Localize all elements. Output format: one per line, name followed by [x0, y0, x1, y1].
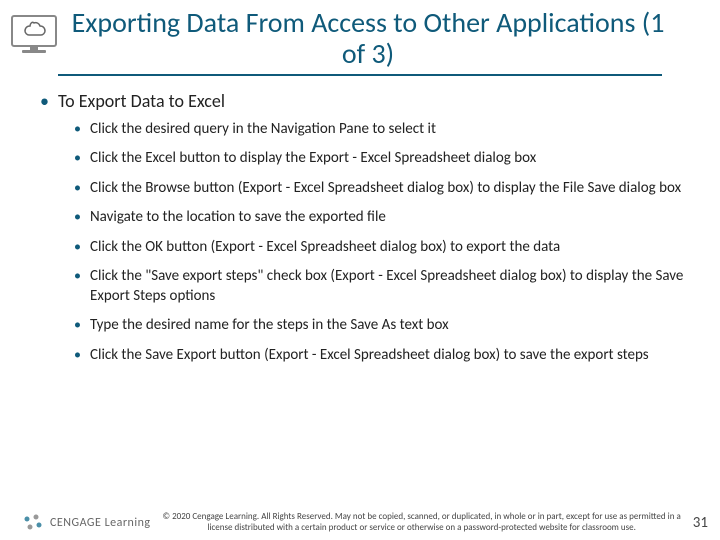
slide-title: Exporting Data From Access to Other Appl… [66, 8, 670, 70]
cengage-logo: CENGAGE Learning [22, 512, 151, 534]
monitor-cloud-icon [10, 14, 58, 56]
step-item: Click the OK button (Export - Excel Spre… [74, 238, 690, 258]
cengage-logo-icon [22, 512, 44, 534]
step-item: Click the "Save export steps" check box … [74, 267, 690, 306]
copyright-text: © 2020 Cengage Learning. All Rights Rese… [151, 512, 693, 534]
slide-footer: CENGAGE Learning © 2020 Cengage Learning… [0, 512, 720, 534]
step-item: Type the desired name for the steps in t… [74, 316, 690, 336]
slide-content: To Export Data to Excel Click the desire… [0, 76, 720, 366]
subheading: To Export Data to Excel Click the desire… [40, 90, 690, 366]
logo-text: CENGAGE Learning [50, 516, 151, 530]
step-item: Navigate to the location to save the exp… [74, 208, 690, 228]
slide-header: Exporting Data From Access to Other Appl… [0, 0, 720, 70]
step-item: Click the Save Export button (Export - E… [74, 346, 690, 366]
subheading-text: To Export Data to Excel [58, 90, 225, 112]
step-item: Click the Excel button to display the Ex… [74, 149, 690, 169]
step-item: Click the Browse button (Export - Excel … [74, 179, 690, 199]
step-item: Click the desired query in the Navigatio… [74, 120, 690, 140]
page-number: 31 [693, 514, 708, 532]
